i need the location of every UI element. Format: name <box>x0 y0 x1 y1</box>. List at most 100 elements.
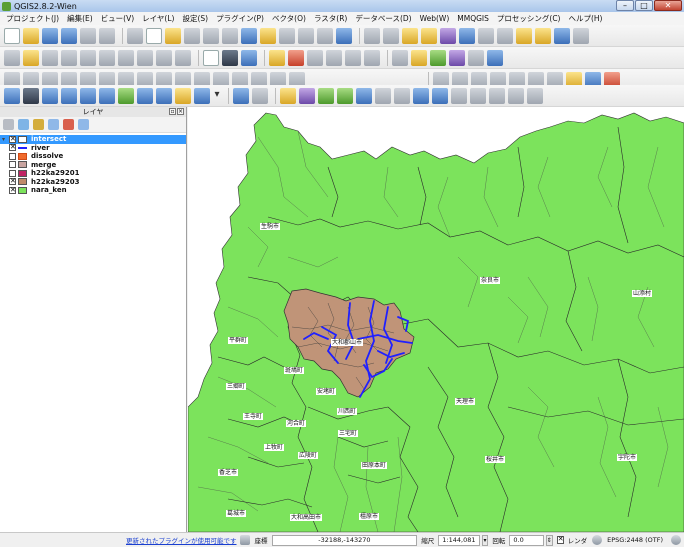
add-wfs-icon[interactable] <box>156 87 172 104</box>
menu-database[interactable]: データベース(D) <box>351 13 415 24</box>
statistics-icon[interactable] <box>468 49 484 66</box>
menu-project[interactable]: プロジェクト(J) <box>2 13 63 24</box>
show-hide-labels-icon[interactable] <box>307 49 323 66</box>
layer-item[interactable]: merge <box>0 161 186 170</box>
python-console-icon[interactable] <box>449 49 465 66</box>
identify-icon[interactable] <box>364 27 380 44</box>
open-project-icon[interactable] <box>23 27 39 44</box>
pin-labels-icon[interactable] <box>288 49 304 66</box>
rotate-label-icon[interactable] <box>345 49 361 66</box>
move-label-icon[interactable] <box>326 49 342 66</box>
help-contents-icon[interactable] <box>233 87 249 104</box>
zoom-actual-icon[interactable] <box>222 27 238 44</box>
layer-item[interactable]: h22ka29201 <box>0 169 186 178</box>
menu-help[interactable]: ヘルプ(H) <box>564 13 606 24</box>
save-as-icon[interactable] <box>61 27 77 44</box>
add-group-icon[interactable] <box>18 119 29 130</box>
composer-manager-icon[interactable] <box>99 27 115 44</box>
plugin-icon[interactable] <box>241 49 257 66</box>
layer-visibility-checkbox[interactable] <box>9 177 16 186</box>
add-mssql-icon[interactable] <box>80 87 96 104</box>
zoom-to-layer-icon[interactable] <box>279 27 295 44</box>
action-icon[interactable] <box>383 27 399 44</box>
layer-info-icon[interactable] <box>432 87 448 104</box>
select-expression-icon[interactable] <box>440 27 456 44</box>
metasearch-icon[interactable] <box>222 49 238 66</box>
zoom-last-icon[interactable] <box>298 27 314 44</box>
current-edits-icon[interactable] <box>4 49 20 66</box>
measure-icon[interactable] <box>497 27 513 44</box>
db-manager-icon[interactable] <box>356 87 372 104</box>
new-shapefile-icon[interactable] <box>194 87 210 104</box>
layer-item[interactable]: ▾ intersect <box>0 135 186 144</box>
browser-icon[interactable] <box>413 87 429 104</box>
layer-style-icon[interactable] <box>3 119 14 130</box>
save-project-icon[interactable] <box>42 27 58 44</box>
menu-settings[interactable]: 設定(S) <box>178 13 212 24</box>
layer-visibility-checkbox[interactable] <box>9 186 16 194</box>
deselect-icon[interactable] <box>421 27 437 44</box>
add-raster-layer-icon[interactable] <box>23 87 39 104</box>
scale-dropdown-icon[interactable]: ▾ <box>481 534 489 546</box>
zoom-out-icon[interactable] <box>203 27 219 44</box>
attribute-table-icon[interactable] <box>459 27 475 44</box>
menu-mmqgis[interactable]: MMQGIS <box>453 14 493 23</box>
map-tips-icon[interactable] <box>516 27 532 44</box>
osm-download-icon[interactable] <box>337 87 353 104</box>
add-wms-icon[interactable] <box>118 87 134 104</box>
text-annotation-icon[interactable] <box>573 27 589 44</box>
rotation-spinner-icon[interactable]: ⇕ <box>545 534 553 546</box>
show-bookmarks-icon[interactable] <box>554 27 570 44</box>
capture-line-icon[interactable] <box>411 49 427 66</box>
geometry-tools-icon[interactable] <box>470 87 486 104</box>
collapse-arrow-icon[interactable]: ▾ <box>2 136 8 143</box>
add-point-icon[interactable] <box>392 49 408 66</box>
menu-layer[interactable]: レイヤ(L) <box>138 13 178 24</box>
plugin-update-link[interactable]: 更新されたプラグインが使用可能です <box>126 535 237 545</box>
cut-features-icon[interactable] <box>137 49 153 66</box>
collapse-all-icon[interactable] <box>63 119 74 130</box>
minimize-button[interactable]: – <box>616 0 634 11</box>
zoom-to-selection-icon[interactable] <box>260 27 276 44</box>
pan-to-selection-icon[interactable] <box>165 27 181 44</box>
layer-visibility-checkbox[interactable] <box>9 135 16 143</box>
research-tools-icon[interactable] <box>489 87 505 104</box>
crs-globe-icon[interactable] <box>592 535 603 545</box>
table-manager-icon[interactable] <box>299 87 315 104</box>
add-spatialite-icon[interactable] <box>61 87 77 104</box>
field-calculator-icon[interactable] <box>478 27 494 44</box>
add-oracle-icon[interactable] <box>99 87 115 104</box>
add-feature-icon[interactable] <box>61 49 77 66</box>
add-wcs-icon[interactable] <box>137 87 153 104</box>
zoom-next-icon[interactable] <box>317 27 333 44</box>
messages-icon[interactable] <box>239 535 250 545</box>
menu-vector[interactable]: ベクタ(O) <box>268 13 310 24</box>
menu-raster[interactable]: ラスタ(R) <box>310 13 351 24</box>
move-feature-icon[interactable] <box>80 49 96 66</box>
render-checkbox[interactable] <box>556 535 564 544</box>
save-layer-edits-icon[interactable] <box>42 49 58 66</box>
layer-item[interactable]: h22ka29203 <box>0 177 186 187</box>
crs-label[interactable]: EPSG:2448 (OTF) <box>607 536 663 544</box>
fill-icon[interactable] <box>394 87 410 104</box>
layer-visibility-checkbox[interactable] <box>9 161 16 169</box>
scale-field[interactable]: 1:144,081 <box>438 534 480 546</box>
menu-edit[interactable]: 編集(E) <box>63 13 97 24</box>
topology-checker-icon[interactable] <box>375 87 391 104</box>
maximize-button[interactable]: □ <box>635 0 653 11</box>
print-composer-icon[interactable] <box>80 27 96 44</box>
dropdown-chevron-icon[interactable]: ▾ <box>213 88 221 104</box>
menu-plugins[interactable]: プラグイン(P) <box>212 13 268 24</box>
node-tool-icon[interactable] <box>99 49 115 66</box>
paste-features-icon[interactable] <box>175 49 191 66</box>
copy-features-icon[interactable] <box>156 49 172 66</box>
menu-processing[interactable]: プロセッシング(C) <box>493 13 565 24</box>
change-label-icon[interactable] <box>364 49 380 66</box>
toggle-editing-icon[interactable] <box>23 49 39 66</box>
remove-layer-icon[interactable] <box>78 119 89 130</box>
zoom-full-icon[interactable] <box>241 27 257 44</box>
expand-all-icon[interactable] <box>48 119 59 130</box>
add-postgis-icon[interactable] <box>42 87 58 104</box>
processing-toolbox-icon[interactable] <box>487 49 503 66</box>
map-canvas[interactable]: 生駒市 奈良市 山添村 平群町 大和郡山市 斑鳩町 安堵町 三郷町 天理市 川西町 王寺町 河合町 三宅… <box>188 107 684 532</box>
